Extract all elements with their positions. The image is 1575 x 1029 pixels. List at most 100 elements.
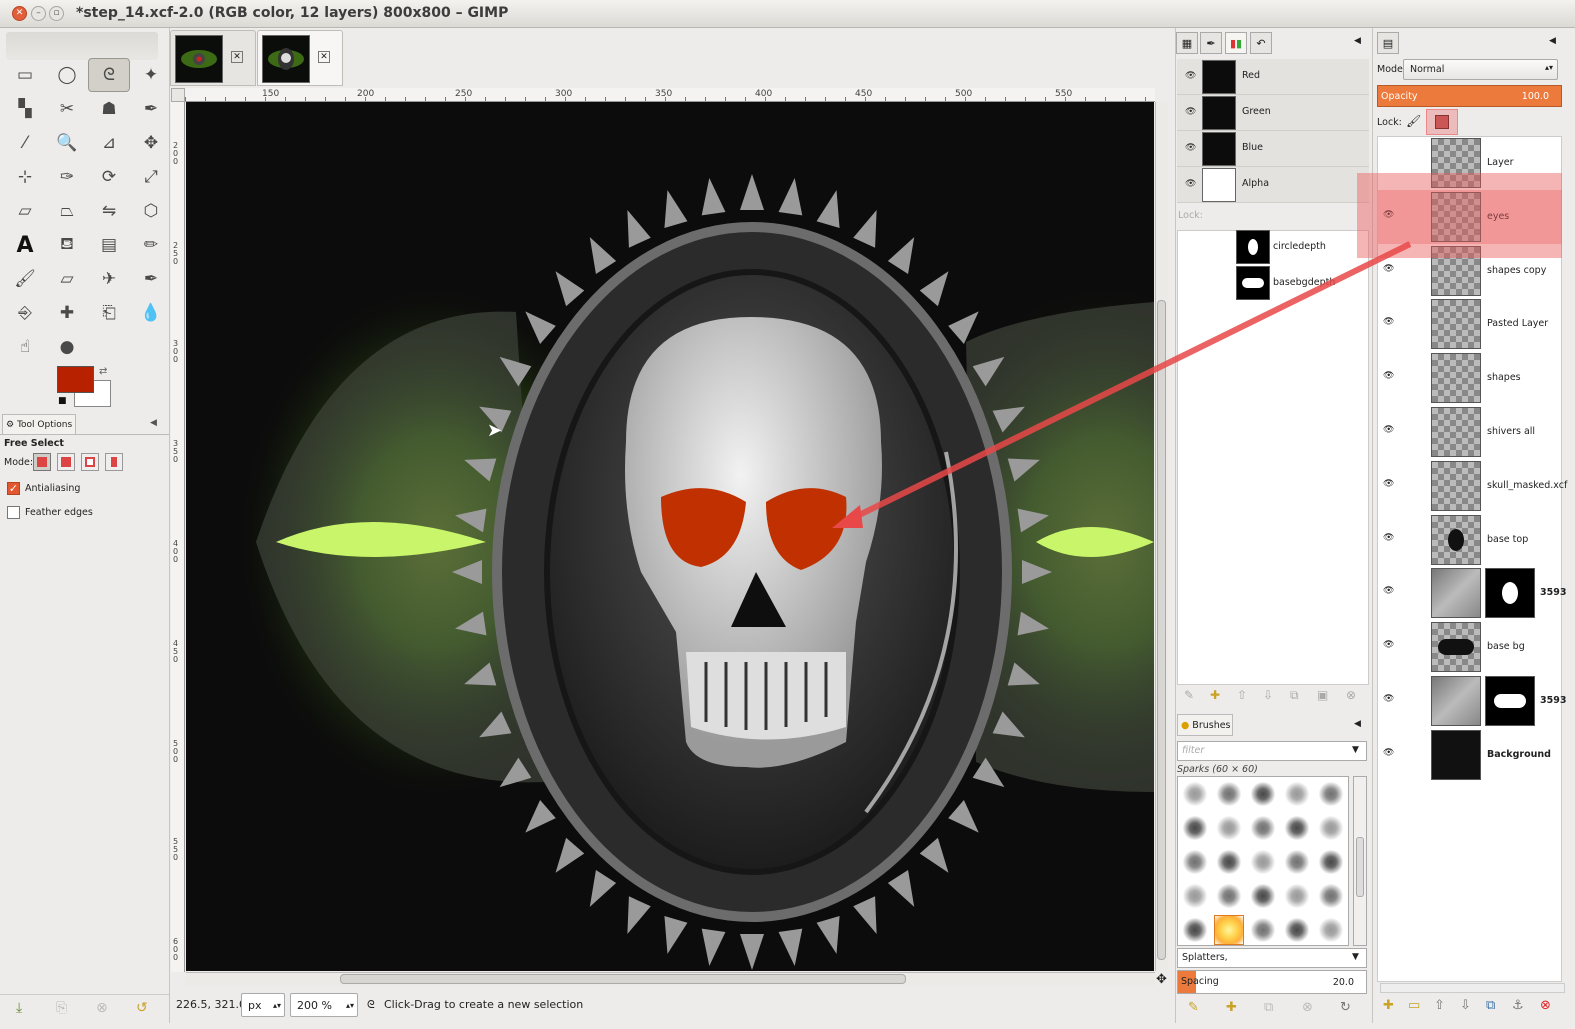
tab-paths[interactable]: ✒ [1200, 32, 1222, 54]
brush-tags-input[interactable]: Splatters, [1177, 948, 1367, 968]
dodge-burn-icon[interactable]: ● [46, 330, 88, 364]
bucket-fill-icon[interactable]: ⛾ [46, 228, 88, 262]
raise-path-icon[interactable]: ⇧ [1237, 688, 1247, 702]
brush-item[interactable] [1246, 777, 1280, 811]
close-tab-icon[interactable]: ✕ [318, 51, 330, 63]
perspective-icon[interactable]: ⏢ [46, 194, 88, 228]
refresh-brushes-icon[interactable]: ↻ [1340, 1000, 1351, 1015]
paths-icon[interactable]: ✒ [130, 92, 172, 126]
tab-tool-options[interactable]: ⚙ Tool Options [2, 414, 76, 434]
brush-item[interactable] [1212, 777, 1246, 811]
layer-opacity-slider[interactable]: Opacity 100.0 [1377, 85, 1562, 107]
chevron-down-icon[interactable]: ▼ [1352, 952, 1359, 962]
brush-scrollbar[interactable] [1353, 776, 1367, 946]
image-tab-1[interactable]: ✕ [170, 30, 256, 86]
brush-item[interactable] [1178, 879, 1212, 913]
image-tab-2[interactable]: ✕ [257, 30, 343, 86]
swap-colors-icon[interactable]: ⇄ [99, 366, 107, 377]
cage-icon[interactable]: ⬡ [130, 194, 172, 228]
eye-icon[interactable]: 👁 [1383, 210, 1394, 220]
heal-icon[interactable]: ✚ [46, 296, 88, 330]
eye-icon[interactable]: 👁 [1383, 748, 1394, 758]
channel-row-blue[interactable]: 👁 Blue [1177, 131, 1369, 167]
eye-icon[interactable]: 👁 [1383, 479, 1394, 489]
new-layer-icon[interactable]: ✚ [1383, 998, 1394, 1013]
brush-item[interactable] [1178, 811, 1212, 845]
minimize-button[interactable]: – [31, 6, 46, 21]
delete-path-icon[interactable]: ⊗ [1346, 688, 1356, 702]
path-label[interactable]: circledepth [1273, 241, 1326, 252]
eraser-icon[interactable]: ▱ [46, 262, 88, 296]
navigate-icon[interactable]: ✥ [1156, 972, 1167, 987]
brush-item[interactable] [1246, 879, 1280, 913]
brush-item[interactable] [1280, 913, 1314, 947]
ruler-corner[interactable] [171, 88, 185, 102]
eye-icon[interactable]: 👁 [1185, 107, 1196, 117]
collapse-panel-icon[interactable]: ◀ [1354, 36, 1361, 46]
eye-icon[interactable]: 👁 [1383, 533, 1394, 543]
duplicate-layer-icon[interactable]: ⧉ [1486, 998, 1495, 1013]
save-options-icon[interactable]: ⤓ [16, 1000, 22, 1016]
brush-grid[interactable] [1177, 776, 1349, 946]
reset-options-icon[interactable]: ↺ [136, 1000, 148, 1016]
lower-path-icon[interactable]: ⇩ [1263, 688, 1273, 702]
brush-item[interactable] [1246, 845, 1280, 879]
brush-item[interactable] [1280, 811, 1314, 845]
ellipse-select-icon[interactable]: ◯ [46, 58, 88, 92]
eye-icon[interactable]: 👁 [1185, 71, 1196, 81]
delete-brush-icon[interactable]: ⊗ [1302, 1000, 1313, 1015]
clone-icon[interactable]: ⎆ [4, 296, 46, 330]
tab-layers-mini[interactable]: ▦ [1176, 32, 1198, 54]
new-layer-group-icon[interactable]: ▭ [1408, 998, 1420, 1013]
close-window-button[interactable]: ✕ [12, 6, 27, 21]
perspective-clone-icon[interactable]: ⎗ [88, 296, 130, 330]
flip-icon[interactable]: ⇋ [88, 194, 130, 228]
tab-undo[interactable]: ↶ [1250, 32, 1272, 54]
layer-mask-thumbnail[interactable] [1485, 676, 1535, 726]
brush-item[interactable] [1178, 777, 1212, 811]
collapse-panel-icon[interactable]: ◀ [1354, 719, 1361, 729]
collapse-panel-icon[interactable]: ◀ [1549, 36, 1556, 46]
maximize-button[interactable]: ▫ [49, 6, 64, 21]
close-tab-icon[interactable]: ✕ [231, 51, 243, 63]
eye-icon[interactable]: 👁 [1383, 640, 1394, 650]
fuzzy-select-icon[interactable]: ✦ [130, 58, 172, 92]
eye-icon[interactable]: 👁 [1185, 143, 1196, 153]
delete-options-icon[interactable]: ⊗ [96, 1000, 108, 1016]
blur-icon[interactable]: 💧 [130, 296, 172, 330]
antialiasing-checkbox[interactable]: ✓ [7, 482, 20, 495]
channel-row-green[interactable]: 👁 Green [1177, 95, 1369, 131]
select-by-color-icon[interactable]: ▚ [4, 92, 46, 126]
blend-icon[interactable]: ▤ [88, 228, 130, 262]
collapse-panel-icon[interactable]: ◀ [150, 418, 157, 428]
smudge-icon[interactable]: ☝ [4, 330, 46, 364]
path-thumbnail[interactable] [1236, 230, 1270, 264]
edit-path-icon[interactable]: ✎ [1184, 688, 1194, 702]
path-thumbnail[interactable] [1236, 266, 1270, 300]
eye-icon[interactable]: 👁 [1383, 371, 1394, 381]
brush-item[interactable] [1280, 879, 1314, 913]
align-icon[interactable]: ⊹ [4, 160, 46, 194]
brush-item[interactable] [1246, 913, 1280, 947]
zoom-select[interactable]: 200 % ▴▾ [290, 993, 358, 1017]
brush-item[interactable] [1314, 811, 1348, 845]
foreground-select-icon[interactable]: ☗ [88, 92, 130, 126]
brush-item[interactable] [1212, 879, 1246, 913]
eye-icon[interactable]: 👁 [1383, 425, 1394, 435]
layers-hscrollbar[interactable] [1380, 983, 1565, 993]
lock-alpha-icon[interactable] [1426, 109, 1458, 135]
brush-item[interactable] [1178, 913, 1212, 947]
brush-item[interactable] [1314, 845, 1348, 879]
eye-icon[interactable]: 👁 [1383, 586, 1394, 596]
brush-item[interactable] [1212, 845, 1246, 879]
eye-icon[interactable]: 👁 [1383, 694, 1394, 704]
brush-item[interactable] [1246, 811, 1280, 845]
path-label[interactable]: basebgdepth [1273, 277, 1335, 288]
brush-spacing-slider[interactable]: Spacing 20.0 [1177, 970, 1367, 994]
pencil-icon[interactable]: ✏ [130, 228, 172, 262]
duplicate-brush-icon[interactable]: ⧉ [1264, 1000, 1273, 1015]
mode-subtract-button[interactable] [81, 453, 99, 471]
duplicate-path-icon[interactable]: ⧉ [1290, 688, 1299, 703]
layer-mode-select[interactable]: Normal ▴▾ [1403, 59, 1558, 80]
measure-icon[interactable]: ⊿ [88, 126, 130, 160]
